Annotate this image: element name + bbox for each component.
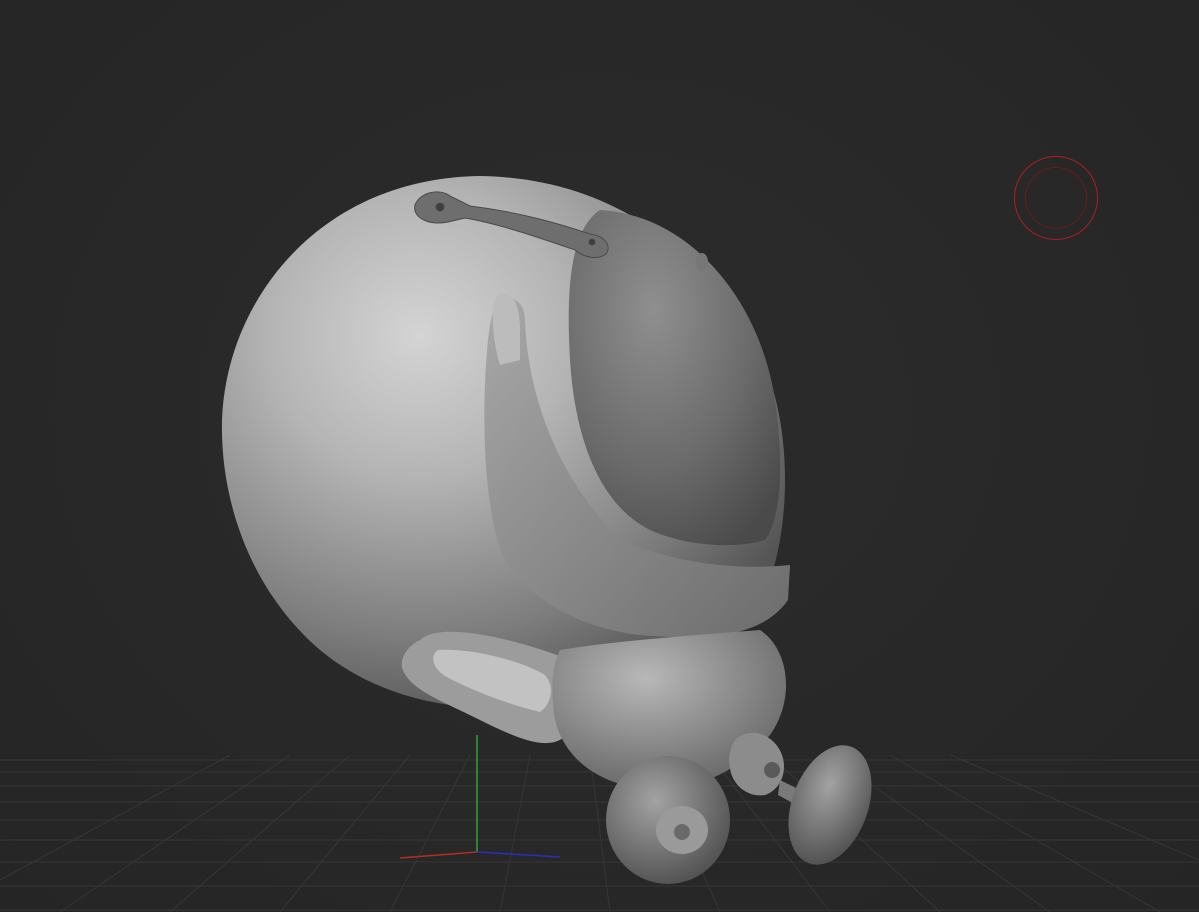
3d-viewport[interactable] [0,0,1199,912]
z-axis-line [476,851,561,858]
brush-cursor [1014,156,1098,240]
right-filter [788,745,872,865]
x-axis-line [399,851,478,859]
brush-cursor-inner-ring [1025,167,1087,229]
connector-hole [764,762,780,778]
helmet-model[interactable] [221,176,887,884]
floor-grid [0,754,1199,912]
visor-knob [696,253,708,271]
scene-canvas[interactable] [0,0,1199,912]
left-filter-nozzle [674,824,690,840]
